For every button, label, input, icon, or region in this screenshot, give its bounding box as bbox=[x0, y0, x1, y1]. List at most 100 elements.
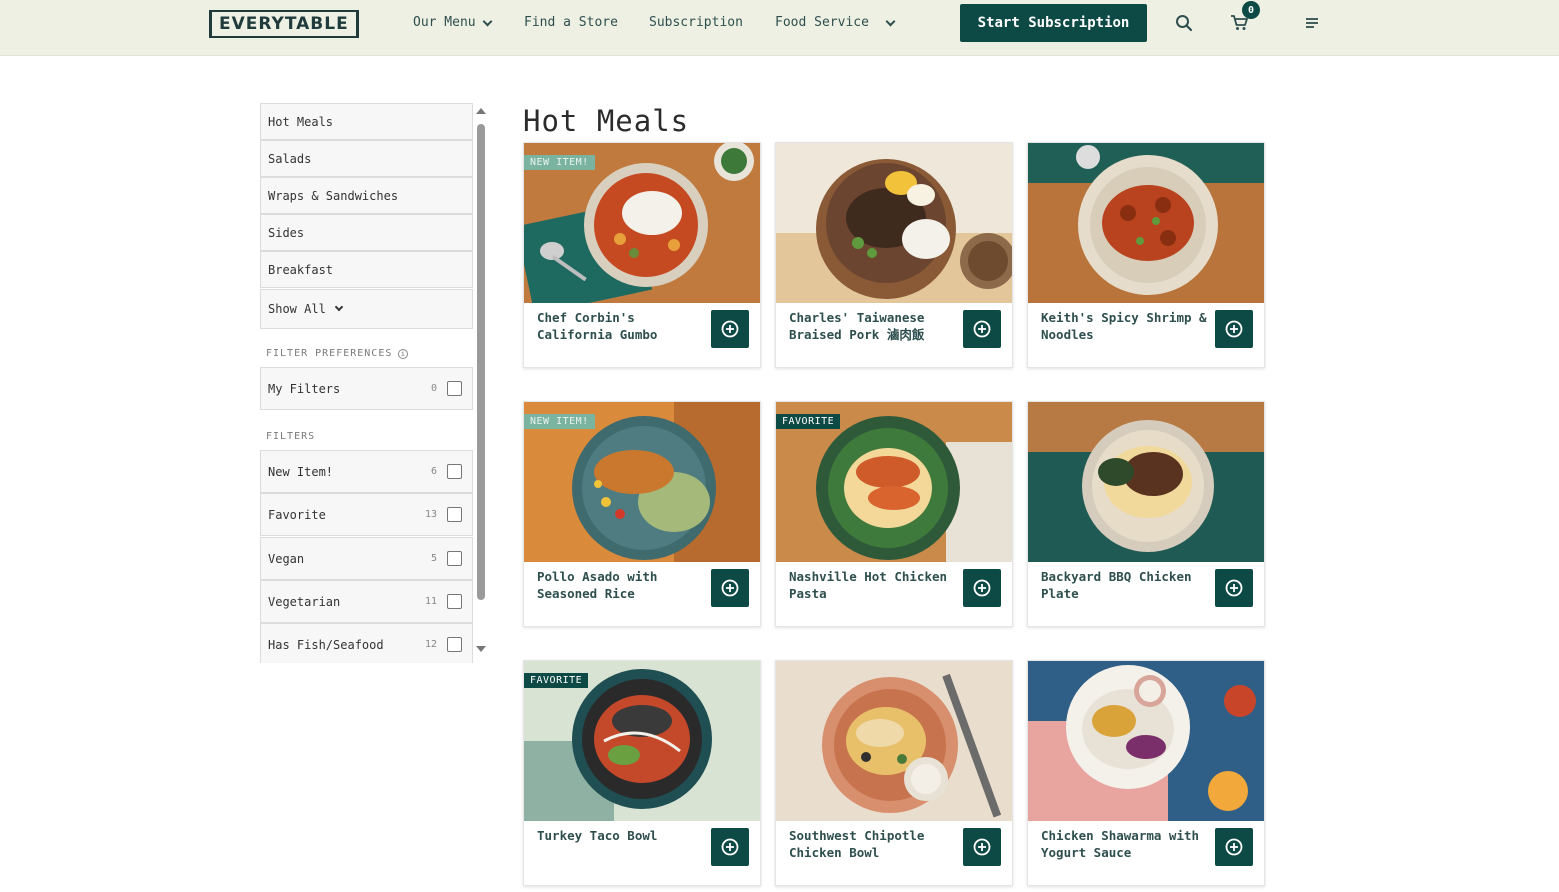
meal-photo[interactable] bbox=[1028, 402, 1264, 562]
meal-card[interactable]: NEW ITEM! Chef Corbin's California Gumbo bbox=[523, 142, 761, 368]
filter-label: Vegan bbox=[268, 551, 305, 566]
meal-card[interactable]: Keith's Spicy Shrimp & Noodles bbox=[1027, 142, 1265, 368]
plus-circle-icon bbox=[1225, 579, 1243, 597]
search-button[interactable] bbox=[1170, 9, 1198, 37]
chevron-down-icon bbox=[482, 16, 493, 26]
filter-count: 6 bbox=[430, 466, 437, 477]
filter-new-item[interactable]: New Item! 6 bbox=[260, 450, 473, 493]
my-filters-row[interactable]: My Filters 0 bbox=[260, 367, 473, 410]
meal-name[interactable]: Chicken Shawarma with Yogurt Sauce bbox=[1041, 827, 1209, 861]
add-to-cart-button[interactable] bbox=[1215, 569, 1253, 607]
meal-name[interactable]: Backyard BBQ Chicken Plate bbox=[1041, 568, 1209, 602]
meal-photo[interactable] bbox=[1028, 143, 1264, 303]
sidebar-scrollbar[interactable] bbox=[476, 108, 486, 656]
chevron-down-icon bbox=[885, 16, 896, 26]
filter-fish-seafood[interactable]: Has Fish/Seafood 12 bbox=[260, 623, 473, 663]
meal-photo[interactable]: FAVORITE bbox=[524, 661, 760, 821]
meal-card[interactable]: FAVORITE Turkey Taco Bowl bbox=[523, 660, 761, 886]
scroll-up-arrow-icon[interactable] bbox=[476, 108, 486, 114]
filter-preferences-label: FILTER PREFERENCES bbox=[266, 348, 393, 359]
favorite-badge: FAVORITE bbox=[776, 414, 841, 429]
my-filters-checkbox[interactable] bbox=[447, 381, 462, 396]
category-hot-meals[interactable]: Hot Meals bbox=[260, 103, 473, 140]
cart-count-badge: 0 bbox=[1242, 1, 1260, 19]
favorite-badge: FAVORITE bbox=[524, 673, 589, 688]
add-to-cart-button[interactable] bbox=[1215, 828, 1253, 866]
add-to-cart-button[interactable] bbox=[963, 569, 1001, 607]
meal-card[interactable]: Southwest Chipotle Chicken Bowl bbox=[775, 660, 1013, 886]
filter-checkbox[interactable] bbox=[447, 507, 462, 522]
filter-label: My Filters bbox=[268, 381, 341, 396]
new-item-badge: NEW ITEM! bbox=[524, 155, 595, 170]
meal-card[interactable]: Charles' Taiwanese Braised Pork 滷肉飯 bbox=[775, 142, 1013, 368]
show-all-label: Show All bbox=[268, 302, 326, 316]
add-to-cart-button[interactable] bbox=[1215, 310, 1253, 348]
nav-label: Food Service bbox=[775, 15, 869, 30]
filter-favorite[interactable]: Favorite 13 bbox=[260, 493, 473, 536]
scrollbar-thumb[interactable] bbox=[477, 124, 485, 600]
meal-name[interactable]: Pollo Asado with Seasoned Rice bbox=[537, 568, 705, 602]
meal-card[interactable]: Chicken Shawarma with Yogurt Sauce bbox=[1027, 660, 1265, 886]
plus-circle-icon bbox=[1225, 838, 1243, 856]
meal-photo[interactable]: FAVORITE bbox=[776, 402, 1012, 562]
plus-circle-icon bbox=[721, 579, 739, 597]
plus-circle-icon bbox=[973, 320, 991, 338]
nav-subscription[interactable]: Subscription bbox=[649, 14, 743, 32]
meal-name[interactable]: Charles' Taiwanese Braised Pork 滷肉飯 bbox=[789, 309, 957, 343]
meal-photo[interactable] bbox=[776, 661, 1012, 821]
meal-name[interactable]: Chef Corbin's California Gumbo bbox=[537, 309, 705, 343]
logo[interactable]: EVERYTABLE bbox=[209, 10, 359, 38]
search-icon bbox=[1176, 15, 1193, 32]
add-to-cart-button[interactable] bbox=[711, 569, 749, 607]
meal-name[interactable]: Southwest Chipotle Chicken Bowl bbox=[789, 827, 957, 861]
meal-name[interactable]: Turkey Taco Bowl bbox=[537, 827, 705, 844]
meal-photo[interactable] bbox=[776, 143, 1012, 303]
category-wraps-sandwiches[interactable]: Wraps & Sandwiches bbox=[260, 177, 473, 214]
add-to-cart-button[interactable] bbox=[711, 310, 749, 348]
filter-checkbox[interactable] bbox=[447, 594, 462, 609]
nav-label: Subscription bbox=[649, 15, 743, 30]
menu-button[interactable] bbox=[1298, 9, 1326, 37]
add-to-cart-button[interactable] bbox=[963, 310, 1001, 348]
meal-name[interactable]: Keith's Spicy Shrimp & Noodles bbox=[1041, 309, 1209, 343]
cart-button[interactable]: 0 bbox=[1226, 1, 1260, 37]
meal-name[interactable]: Nashville Hot Chicken Pasta bbox=[789, 568, 957, 602]
start-subscription-button[interactable]: Start Subscription bbox=[960, 4, 1147, 42]
filter-checkbox[interactable] bbox=[447, 464, 462, 479]
filter-checkbox[interactable] bbox=[447, 637, 462, 652]
add-to-cart-button[interactable] bbox=[711, 828, 749, 866]
site-header: EVERYTABLE Our Menu Find a Store Subscri… bbox=[0, 0, 1559, 56]
nav-our-menu[interactable]: Our Menu bbox=[413, 14, 493, 32]
filter-label: New Item! bbox=[268, 464, 334, 479]
plus-circle-icon bbox=[1225, 320, 1243, 338]
add-to-cart-button[interactable] bbox=[963, 828, 1001, 866]
plus-circle-icon bbox=[721, 320, 739, 338]
menu-icon bbox=[1306, 18, 1318, 28]
filter-checkbox[interactable] bbox=[447, 551, 462, 566]
filter-count: 12 bbox=[424, 639, 437, 650]
category-salads[interactable]: Salads bbox=[260, 140, 473, 177]
filter-count: 13 bbox=[424, 509, 437, 520]
filter-vegetarian[interactable]: Vegetarian 11 bbox=[260, 580, 473, 623]
filter-label: Favorite bbox=[268, 507, 326, 522]
nav-label: Find a Store bbox=[524, 15, 618, 30]
nav-find-a-store[interactable]: Find a Store bbox=[524, 14, 618, 32]
filter-count: 11 bbox=[424, 596, 437, 607]
meal-photo[interactable]: NEW ITEM! bbox=[524, 143, 760, 303]
meal-card[interactable]: FAVORITE Nashville Hot Chicken Pasta bbox=[775, 401, 1013, 627]
meal-card[interactable]: NEW ITEM! Pollo Asado with Seasoned Rice bbox=[523, 401, 761, 627]
category-breakfast[interactable]: Breakfast bbox=[260, 251, 473, 288]
plus-circle-icon bbox=[721, 838, 739, 856]
meal-photo[interactable]: NEW ITEM! bbox=[524, 402, 760, 562]
category-sides[interactable]: Sides bbox=[260, 214, 473, 251]
filter-vegan[interactable]: Vegan 5 bbox=[260, 537, 473, 580]
chevron-down-icon bbox=[334, 302, 344, 312]
info-icon[interactable]: i bbox=[398, 348, 409, 359]
filters-heading: FILTERS bbox=[266, 431, 316, 442]
plus-circle-icon bbox=[973, 579, 991, 597]
show-all-button[interactable]: Show All bbox=[260, 289, 473, 329]
meal-photo[interactable] bbox=[1028, 661, 1264, 821]
scroll-down-arrow-icon[interactable] bbox=[476, 646, 486, 652]
meal-card[interactable]: Backyard BBQ Chicken Plate bbox=[1027, 401, 1265, 627]
nav-food-service[interactable]: Food Service bbox=[775, 14, 896, 32]
